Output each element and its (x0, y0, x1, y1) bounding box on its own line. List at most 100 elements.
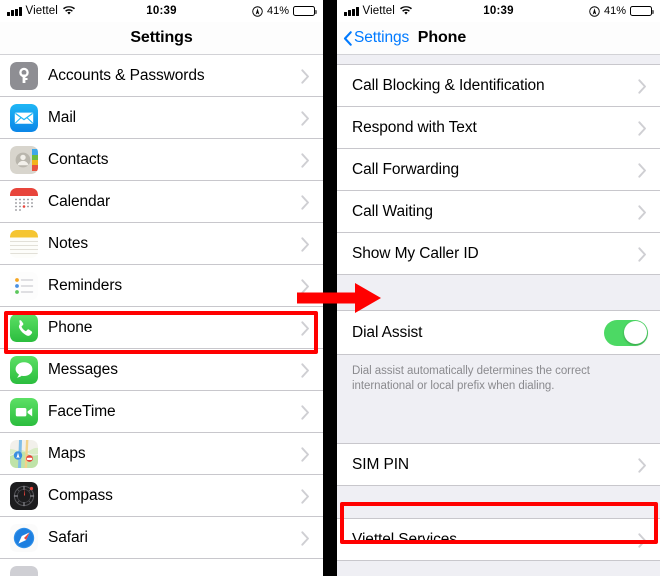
chevron-right-icon (301, 110, 310, 126)
sidebar-item-label: Maps (48, 445, 86, 462)
status-bar-right-group: 41% (252, 5, 317, 17)
row-label: Show My Caller ID (352, 245, 479, 262)
row-call-forwarding[interactable]: Call Forwarding (337, 149, 660, 191)
battery-icon (293, 5, 317, 17)
row-call-waiting[interactable]: Call Waiting (337, 191, 660, 233)
sidebar-item-calendar[interactable]: Calendar (0, 181, 323, 223)
chevron-right-icon (638, 457, 647, 473)
section-gap-sim-pin (337, 404, 660, 444)
sidebar-item-maps[interactable]: Maps (0, 433, 323, 475)
sidebar-item-mail[interactable]: Mail (0, 97, 323, 139)
row-dial-assist[interactable]: Dial Assist (337, 311, 660, 354)
row-call-blocking-identification[interactable]: Call Blocking & Identification (337, 65, 660, 107)
sidebar-item-facetime[interactable]: FaceTime (0, 391, 323, 433)
calendar-icon (10, 188, 38, 216)
right-phone-screen: Viettel 10:39 41% Settings Phone Call Bl… (337, 0, 660, 576)
chevron-right-icon (638, 162, 647, 178)
nav-bar-phone: Settings Phone (337, 22, 660, 55)
wifi-icon (62, 6, 75, 16)
sidebar-item-contacts[interactable]: Contacts (0, 139, 323, 181)
chevron-right-icon (301, 446, 310, 462)
row-respond-with-text[interactable]: Respond with Text (337, 107, 660, 149)
facetime-icon (10, 398, 38, 426)
back-button[interactable]: Settings (337, 29, 409, 47)
chevron-right-icon (301, 488, 310, 504)
sidebar-item-phone[interactable]: Phone (0, 307, 323, 349)
sim-pin-group: SIM PIN (337, 444, 660, 486)
chevron-right-icon (638, 246, 647, 262)
maps-icon (10, 440, 38, 468)
battery-icon (630, 5, 654, 17)
reminders-icon (10, 272, 38, 300)
key-icon (10, 62, 38, 90)
sidebar-item-partial[interactable] (0, 559, 323, 576)
mail-icon (10, 104, 38, 132)
chevron-right-icon (301, 68, 310, 84)
messages-icon (10, 356, 38, 384)
call-settings-group: Call Blocking & Identification Respond w… (337, 65, 660, 275)
red-arrow-pointing-right (297, 283, 381, 313)
compass-icon (10, 482, 38, 510)
sidebar-item-label: Calendar (48, 193, 111, 210)
sidebar-item-reminders[interactable]: Reminders (0, 265, 323, 307)
location-arrow-icon (252, 5, 263, 17)
safari-icon (10, 524, 38, 552)
sidebar-item-label: Messages (48, 361, 118, 378)
notes-icon (10, 230, 38, 258)
status-bar-left: Viettel 10:39 41% (0, 0, 323, 22)
carrier-services-group: Viettel Services (337, 519, 660, 561)
sidebar-item-label: Contacts (48, 151, 109, 168)
row-label: Call Forwarding (352, 161, 460, 178)
nav-bar-settings: Settings (0, 22, 323, 55)
chevron-right-icon (638, 120, 647, 136)
carrier-label: Viettel (25, 5, 58, 17)
dial-assist-footnote: Dial assist automatically determines the… (337, 354, 660, 404)
section-gap-carrier-services (337, 486, 660, 519)
section-gap-dial-assist (337, 275, 660, 311)
sidebar-item-accounts-passwords[interactable]: Accounts & Passwords (0, 55, 323, 97)
status-bar-right: Viettel 10:39 41% (337, 0, 660, 22)
sidebar-item-label: Accounts & Passwords (48, 67, 205, 84)
chevron-right-icon (638, 204, 647, 220)
app-icon-partial (10, 566, 38, 576)
screenshot-stage: Viettel 10:39 41% Settings Accounts & Pa… (0, 0, 660, 576)
back-button-label: Settings (354, 29, 410, 46)
row-show-my-caller-id[interactable]: Show My Caller ID (337, 233, 660, 275)
left-phone-screen: Viettel 10:39 41% Settings Accounts & Pa… (0, 0, 323, 576)
row-sim-pin[interactable]: SIM PIN (337, 444, 660, 486)
sidebar-item-notes[interactable]: Notes (0, 223, 323, 265)
list-bottom-gap (337, 561, 660, 576)
row-label: Viettel Services (352, 531, 457, 548)
row-label: Respond with Text (352, 119, 477, 136)
phone-settings-list[interactable]: Call Blocking & Identification Respond w… (337, 55, 660, 576)
sidebar-item-label: FaceTime (48, 403, 116, 420)
chevron-right-icon (301, 194, 310, 210)
settings-list[interactable]: Accounts & Passwords Mail Contacts Calen… (0, 55, 323, 576)
chevron-right-icon (301, 236, 310, 252)
status-bar-left-group: Viettel (344, 5, 412, 17)
sidebar-item-label: Notes (48, 235, 88, 252)
chevron-right-icon (301, 530, 310, 546)
row-label: Dial Assist (352, 323, 423, 341)
status-bar-left-group: Viettel (7, 5, 75, 17)
sidebar-item-safari[interactable]: Safari (0, 517, 323, 559)
dial-assist-toggle[interactable] (604, 319, 648, 346)
signal-bars-icon (7, 6, 22, 16)
row-label: SIM PIN (352, 456, 410, 473)
wifi-icon (399, 6, 412, 16)
sidebar-item-compass[interactable]: Compass (0, 475, 323, 517)
page-title: Phone (417, 29, 467, 46)
chevron-right-icon (301, 404, 310, 420)
row-viettel-services[interactable]: Viettel Services (337, 519, 660, 561)
list-top-gap (337, 55, 660, 65)
dial-assist-group: Dial Assist (337, 311, 660, 354)
sidebar-item-messages[interactable]: Messages (0, 349, 323, 391)
signal-bars-icon (344, 6, 359, 16)
chevron-right-icon (638, 532, 647, 548)
chevron-right-icon (301, 152, 310, 168)
chevron-left-icon (343, 30, 352, 46)
sidebar-item-label: Phone (48, 319, 93, 336)
page-title: Settings (130, 29, 193, 46)
contacts-icon (10, 146, 38, 174)
row-label: Call Blocking & Identification (352, 77, 545, 94)
